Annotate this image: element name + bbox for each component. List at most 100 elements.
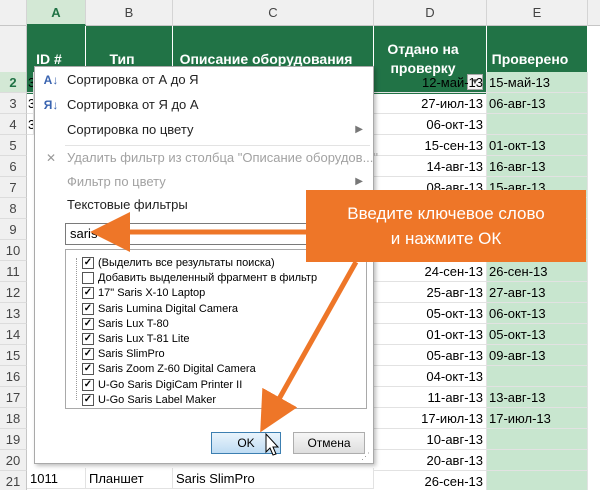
row-number[interactable]: 8 [0,198,27,219]
checkbox-checked-icon[interactable]: ✓ [82,317,94,330]
column-letter-c[interactable]: C [173,0,374,26]
row-number[interactable]: 6 [0,156,27,177]
tree-line [76,258,77,400]
sort-descending-icon: Я↓ [43,98,59,112]
cell-sent-date[interactable]: 25-авг-13 [374,282,487,303]
cell-sent-date[interactable]: 27-июл-13 [374,93,487,114]
filter-values-list: ✓ (Выделить все результаты поиска) Добавит… [65,249,367,409]
cell-id-partial[interactable]: 3 [27,72,34,93]
cell-checked-date[interactable]: 06-авг-13 [487,93,588,114]
row-number[interactable]: 5 [0,135,27,156]
cell-sent-date[interactable]: 14-авг-13 [374,156,487,177]
filter-list-item-label: Saris Lux T-80 [98,317,169,330]
cell-checked-date[interactable]: 16-авг-13 [487,156,588,177]
cell-checked-date[interactable] [487,366,588,387]
checkbox-checked-icon[interactable]: ✓ [82,393,94,406]
column-letter-f[interactable] [588,0,600,26]
instruction-callout: Введите ключевое слово и нажмите ОК [306,190,586,262]
row-number[interactable]: 16 [0,366,27,387]
clear-filter-icon: ✕ [45,151,57,165]
cell-checked-date[interactable] [487,450,588,471]
column-letter-b[interactable]: B [86,0,173,26]
cell-sent-date[interactable]: 01-окт-13 [374,324,487,345]
row-number[interactable]: 7 [0,177,27,198]
row-number[interactable]: 15 [0,345,27,366]
checkbox-checked-icon[interactable]: ✓ [82,287,94,300]
row-number[interactable]: 21 [0,471,27,490]
cell-id-partial[interactable]: 3 [27,114,34,135]
cell-checked-date[interactable] [487,114,588,135]
row-number[interactable]: 12 [0,282,27,303]
cancel-button[interactable]: Отмена [293,432,365,454]
cell-checked-date[interactable]: 05-окт-13 [487,324,588,345]
row-number[interactable]: 19 [0,429,27,450]
cell-type[interactable]: Планшет [86,468,173,489]
row-number[interactable]: 10 [0,240,27,261]
checkbox-checked-icon[interactable]: ✓ [82,257,94,269]
filter-list-item-label: Saris Lumina Digital Camera [98,302,238,315]
cell-checked-date[interactable]: 01-окт-13 [487,135,588,156]
row-number[interactable]: 18 [0,408,27,429]
cell-sent-date[interactable]: 26-сен-13 [374,471,487,490]
cell-checked-date[interactable]: 09-авг-13 [487,345,588,366]
cell-sent-date[interactable]: 10-авг-13 [374,429,487,450]
filter-list-item-label: Добавить выделенный фрагмент в фильтр [98,272,318,285]
select-all-corner[interactable] [0,0,27,26]
cell-sent-date[interactable]: 15-сен-13 [374,135,487,156]
cell-sent-date[interactable]: 24-сен-13 [374,261,487,282]
checkbox-checked-icon[interactable]: ✓ [82,333,94,345]
cell-checked-date[interactable]: 17-июл-13 [487,408,588,429]
cell-checked-date[interactable] [487,429,588,450]
checkbox-checked-icon[interactable]: ✓ [82,363,94,376]
column-letter-e[interactable]: E [487,0,588,26]
checkbox-checked-icon[interactable]: ✓ [82,348,94,361]
cell-sent-date[interactable]: 12-май-13 [374,72,487,93]
column-letter-d[interactable]: D [374,0,487,26]
filter-list-item-label: 17" Saris X-10 Laptop [98,287,206,300]
menu-sort-by-color[interactable]: Сортировка по цвету ▶ [35,119,373,141]
filter-list-item-label: Saris Zoom Z-60 Digital Camera [98,363,256,376]
row-number[interactable]: 13 [0,303,27,324]
checkbox-checked-icon[interactable]: ✓ [82,378,94,391]
cell-id[interactable]: 1011 [27,468,86,489]
filter-list-item-label: U-Go Saris Label Maker [98,393,216,406]
row-number[interactable]: 2 [0,72,27,93]
cell-checked-date[interactable]: 27-авг-13 [487,282,588,303]
cell-sent-date[interactable]: 20-авг-13 [374,450,487,471]
row-number[interactable]: 14 [0,324,27,345]
column-letter-a[interactable]: A [27,0,86,26]
sort-ascending-icon: A↓ [43,73,59,87]
filter-list-item-label: Saris Lux T-81 Lite [98,333,190,345]
menu-sort-az[interactable]: A↓ Сортировка от А до Я [35,69,373,91]
cell-sent-date[interactable]: 04-окт-13 [374,366,487,387]
row-number[interactable]: 11 [0,261,27,282]
cell-checked-date[interactable]: 15-май-13 [487,72,588,93]
cell-id-partial[interactable]: 3 [27,93,34,114]
checkbox-checked-icon[interactable]: ✓ [82,302,94,315]
cell-sent-date[interactable]: 05-окт-13 [374,303,487,324]
ok-button[interactable]: OK [211,432,281,454]
filter-list-item-label: Saris SlimPro [98,348,165,361]
cell-checked-date[interactable]: 13-авг-13 [487,387,588,408]
row-number[interactable]: 9 [0,219,27,240]
cell-sent-date[interactable]: 11-авг-13 [374,387,487,408]
resize-grip-icon[interactable]: ⋰ [361,451,371,461]
cell-description[interactable]: Saris SlimPro [173,468,374,489]
menu-clear-filter: ✕ Удалить фильтр из столбца "Описание об… [35,147,378,169]
filter-list-item-label: U-Go Saris DigiCam Printer II [98,378,243,391]
row-number[interactable]: 4 [0,114,27,135]
filter-list-item[interactable]: ✓ U-Go Saris Label Maker [82,391,216,409]
cell-sent-date[interactable]: 17-июл-13 [374,408,487,429]
column-header-bar: A B C D E [0,0,600,26]
row-number[interactable]: 20 [0,450,27,471]
checkbox-unchecked-icon[interactable] [82,272,94,285]
cell-sent-date[interactable]: 05-авг-13 [374,345,487,366]
menu-sort-za[interactable]: Я↓ Сортировка от Я до А [35,94,373,116]
row-number[interactable]: 3 [0,93,27,114]
row-number[interactable]: 17 [0,387,27,408]
submenu-arrow-icon: ▶ [355,124,363,135]
cell-sent-date[interactable]: 06-окт-13 [374,114,487,135]
cell-checked-date[interactable]: 06-окт-13 [487,303,588,324]
cell-checked-date[interactable] [487,471,588,490]
cell-checked-date[interactable]: 26-сен-13 [487,261,588,282]
